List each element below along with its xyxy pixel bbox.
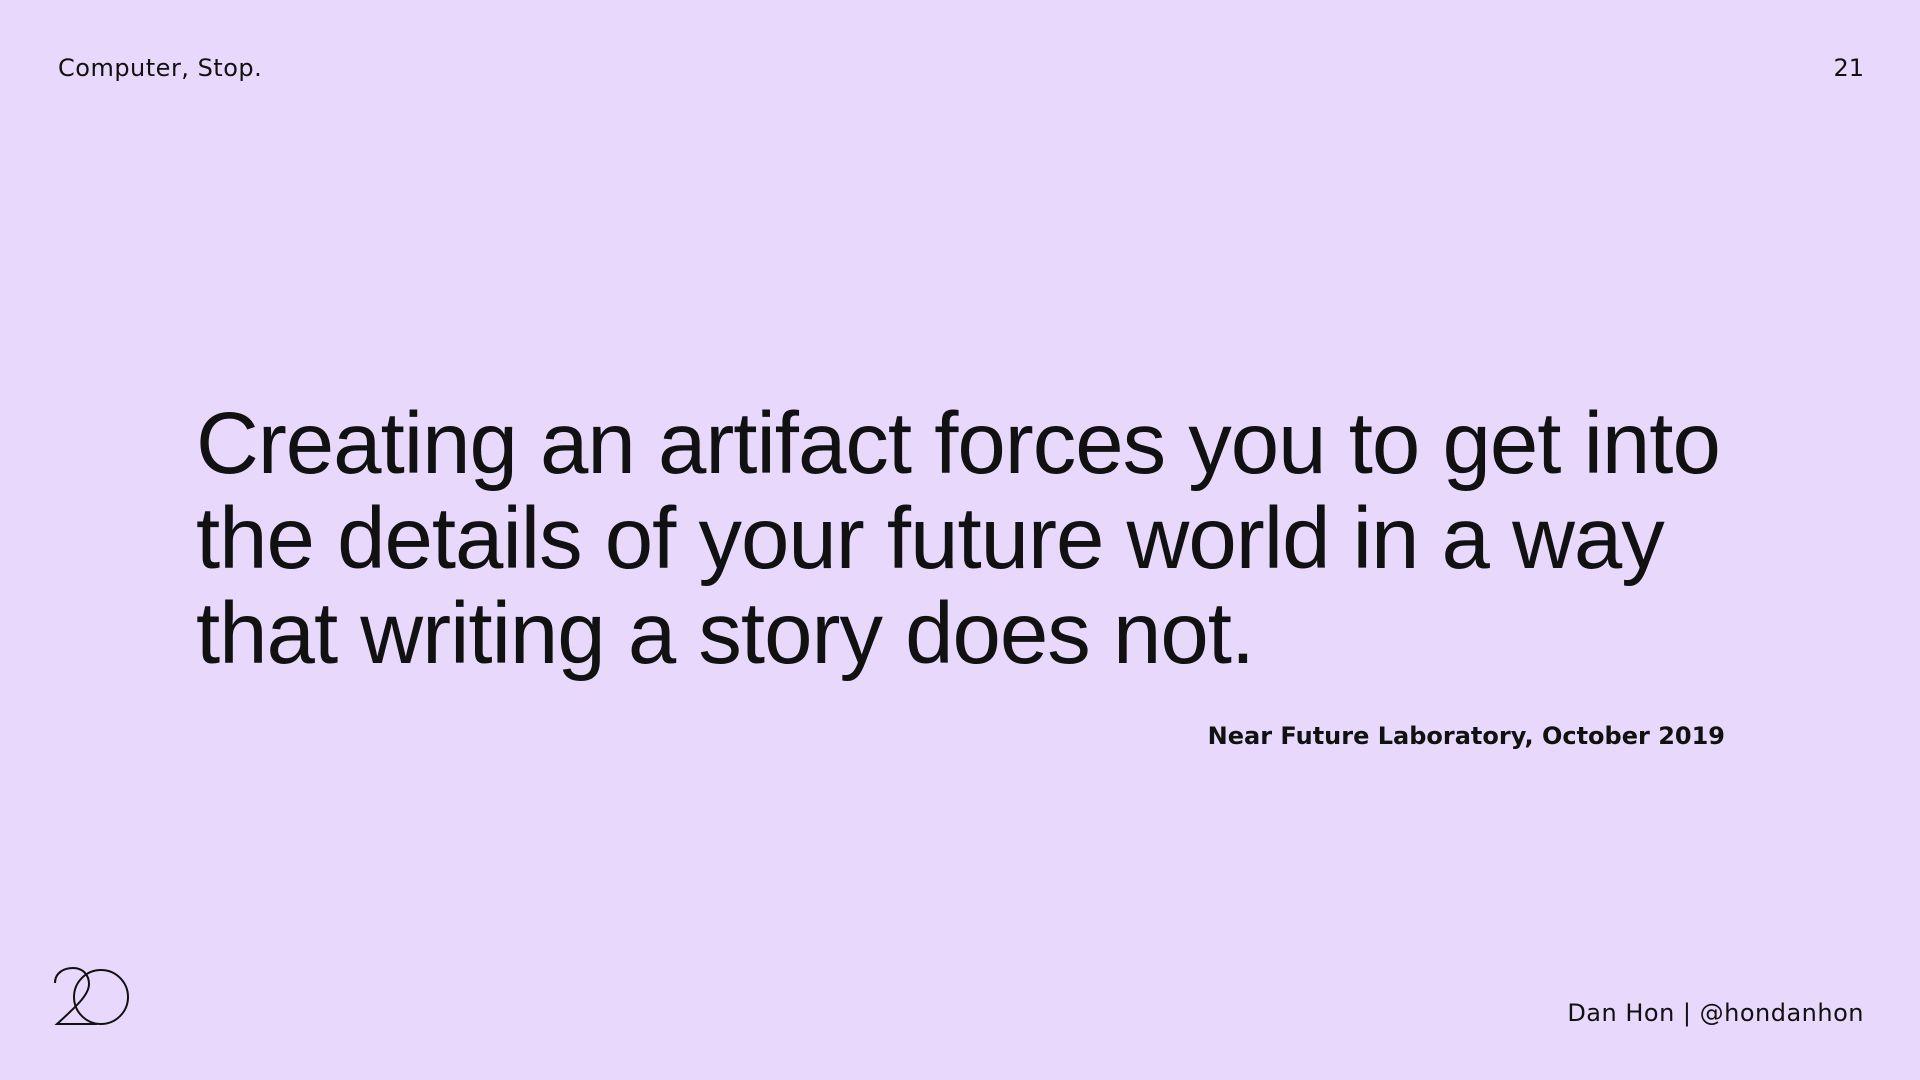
author-credit: Dan Hon | @hondanhon	[1567, 999, 1864, 1027]
quote-line-1: Creating an artifact forces you to get i…	[196, 395, 1721, 492]
slide-number: 21	[1833, 54, 1864, 82]
logo-20-icon	[54, 966, 129, 1025]
quote-line-3: that writing a story does not.	[196, 585, 1255, 682]
presentation-title: Computer, Stop.	[58, 54, 263, 82]
quote-text: Creating an artifact forces you to get i…	[196, 396, 1756, 681]
quote-attribution: Near Future Laboratory, October 2019	[1207, 722, 1725, 750]
quote-line-2: the details of your future world in a wa…	[196, 490, 1665, 587]
